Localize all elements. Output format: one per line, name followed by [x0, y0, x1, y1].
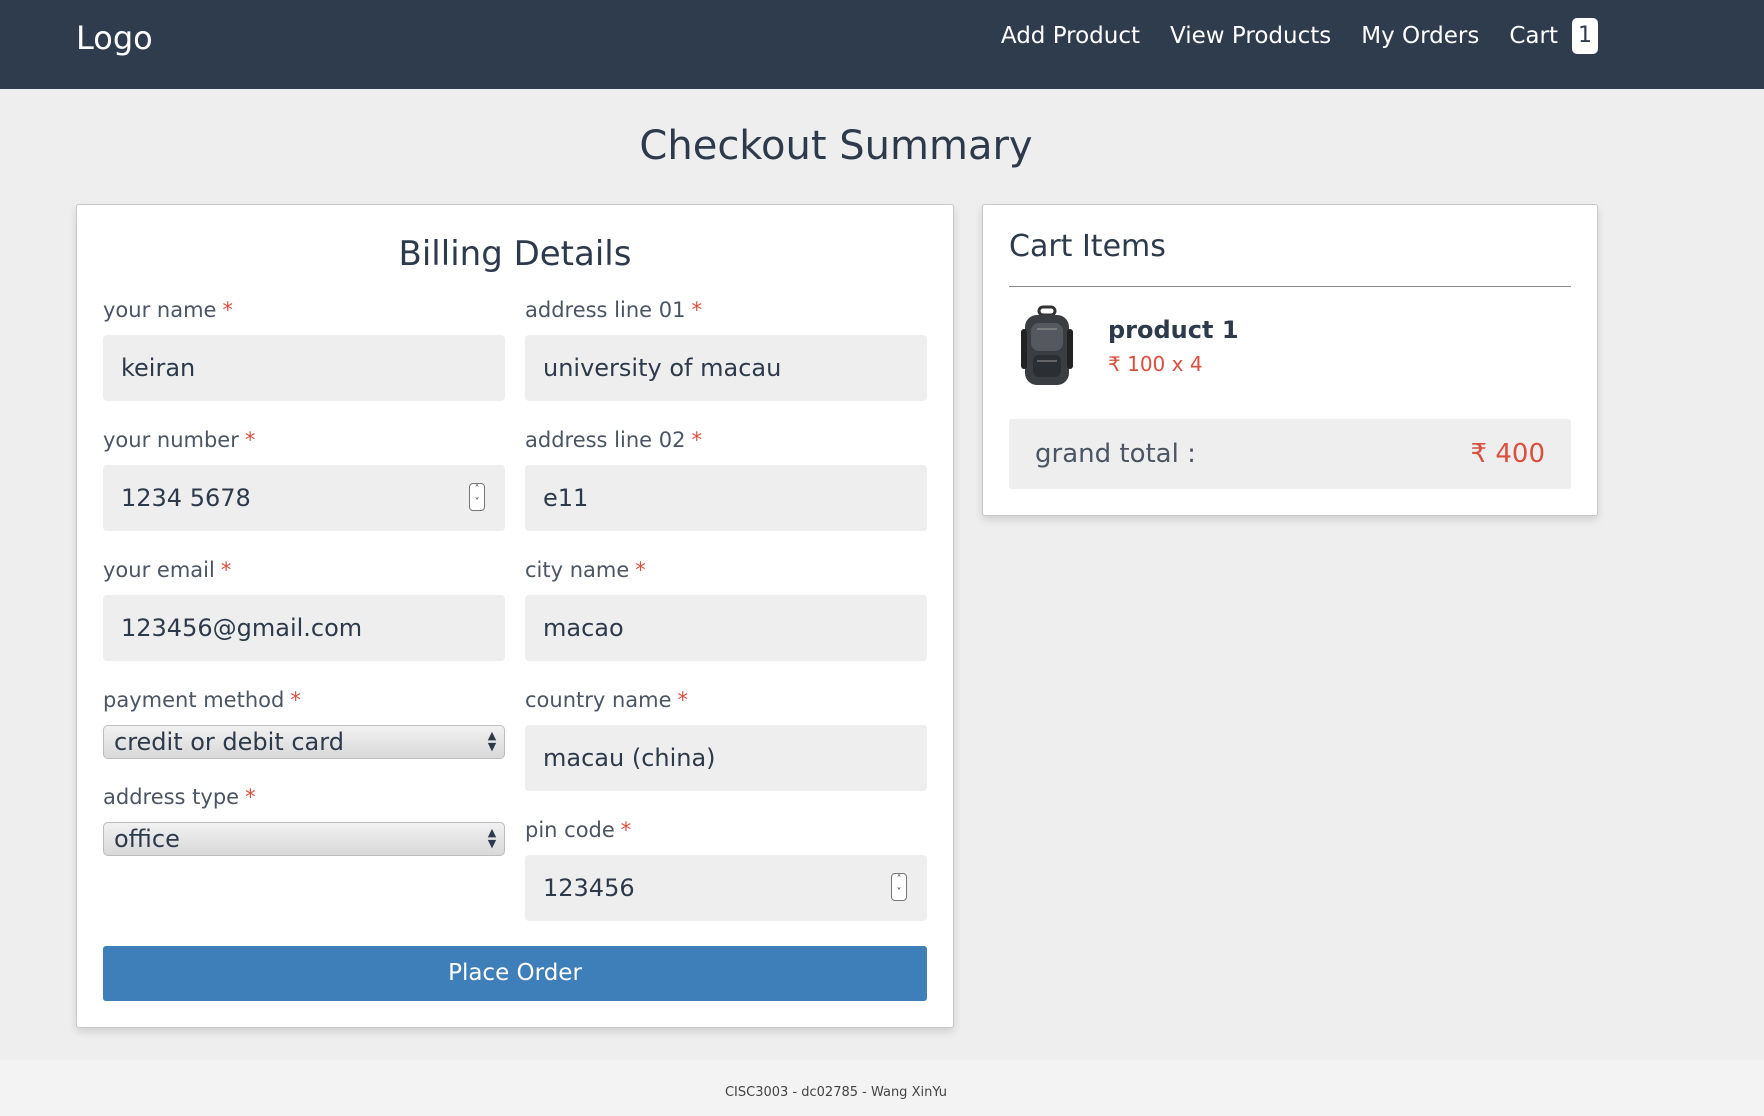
city-label-text: city name [525, 558, 630, 582]
required-mark: * [244, 428, 256, 452]
stepper-up-icon[interactable]: ˄ [892, 874, 906, 887]
required-mark: * [691, 298, 702, 322]
nav-view-products[interactable]: View Products [1170, 18, 1331, 54]
required-mark: * [691, 428, 702, 452]
backpack-product-image [1021, 305, 1073, 385]
rupee-icon: ₹ [1108, 352, 1121, 376]
country-label-text: country name [525, 688, 672, 712]
city-input[interactable]: macao [525, 595, 927, 661]
cart-items-card: Cart Items product 1 ₹ 100 x 4 grand tot… [982, 204, 1598, 516]
address-line1-label: address line 01 * [525, 295, 702, 325]
address-type-value: office [114, 825, 180, 853]
grand-total-label: grand total : [1035, 439, 1196, 469]
select-arrows-icon: ▲ ▼ [487, 729, 497, 753]
number-input[interactable]: 1234 5678 ˄ ˅ [103, 465, 505, 531]
footer-text: CISC3003 - dc02785 - Wang XinYu [724, 1085, 948, 1100]
email-input[interactable]: 123456@gmail.com [103, 595, 505, 661]
billing-details-card: Billing Details your name * keiran your n… [76, 204, 954, 1028]
stepper-down-icon[interactable]: ˅ [892, 887, 906, 900]
number-label-text: your number [103, 428, 239, 452]
select-arrows-icon: ▲ ▼ [487, 826, 497, 850]
required-mark: * [220, 558, 232, 582]
main-nav: Add Product View Products My Orders Cart… [1001, 18, 1598, 54]
address-line2-label-text: address line 02 [525, 428, 686, 452]
billing-title: Billing Details [398, 234, 632, 274]
logo[interactable]: Logo [76, 18, 153, 58]
page-title: Checkout Summary [639, 123, 1033, 169]
address-line1-input[interactable]: university of macau [525, 335, 927, 401]
nav-cart[interactable]: Cart 1 [1509, 18, 1598, 54]
pin-code-input[interactable]: 123456 ˄ ˅ [525, 855, 927, 921]
nav-cart-label: Cart [1509, 23, 1558, 49]
payment-method-select[interactable]: credit or debit card ▲ ▼ [103, 725, 505, 759]
cart-title: Cart Items [1009, 229, 1166, 264]
product-name: product 1 [1108, 316, 1239, 344]
number-stepper[interactable]: ˄ ˅ [469, 483, 485, 511]
pin-code-input-value: 123456 [543, 874, 635, 902]
required-mark: * [290, 688, 301, 712]
grand-total-value: ₹ 400 [1471, 419, 1545, 489]
place-order-button[interactable]: Place Order [103, 946, 927, 1001]
address-line2-label: address line 02 * [525, 425, 702, 455]
required-mark: * [222, 298, 233, 322]
address-line1-label-text: address line 01 [525, 298, 686, 322]
product-price-text: 100 x 4 [1127, 352, 1203, 376]
required-mark: * [245, 785, 256, 809]
grand-total-amount: 400 [1495, 439, 1545, 469]
name-label-text: your name [103, 298, 217, 322]
nav-my-orders[interactable]: My Orders [1361, 18, 1479, 54]
address-type-select[interactable]: office ▲ ▼ [103, 822, 505, 856]
pin-code-label: pin code * [525, 815, 631, 845]
email-label-text: your email [103, 558, 215, 582]
payment-method-label-text: payment method [103, 688, 285, 712]
number-label: your number * [103, 425, 255, 455]
required-mark: * [677, 688, 689, 712]
address-type-label-text: address type [103, 785, 240, 809]
city-label: city name * [525, 555, 646, 585]
address-type-label: address type * [103, 782, 256, 812]
payment-method-label: payment method * [103, 685, 301, 715]
country-label: country name * [525, 685, 688, 715]
name-label: your name * [103, 295, 233, 325]
rupee-icon: ₹ [1470, 439, 1488, 469]
top-navbar: Logo Add Product View Products My Orders… [0, 0, 1764, 89]
nav-add-product[interactable]: Add Product [1001, 18, 1140, 54]
grand-total-box: grand total : ₹ 400 [1009, 419, 1571, 489]
payment-method-value: credit or debit card [114, 728, 344, 756]
email-label: your email * [103, 555, 231, 585]
product-price: ₹ 100 x 4 [1108, 350, 1203, 378]
name-input[interactable]: keiran [103, 335, 505, 401]
number-input-value: 1234 5678 [121, 484, 251, 512]
stepper-down-icon[interactable]: ˅ [470, 497, 484, 510]
required-mark: * [620, 818, 632, 842]
address-line2-input[interactable]: e11 [525, 465, 927, 531]
required-mark: * [635, 558, 646, 582]
country-input[interactable]: macau (china) [525, 725, 927, 791]
cart-count-badge: 1 [1572, 18, 1598, 54]
footer: CISC3003 - dc02785 - Wang XinYu [0, 1060, 1764, 1116]
divider [1009, 286, 1571, 287]
stepper-up-icon[interactable]: ˄ [470, 484, 484, 497]
pin-code-stepper[interactable]: ˄ ˅ [891, 873, 907, 901]
pin-code-label-text: pin code [525, 818, 615, 842]
